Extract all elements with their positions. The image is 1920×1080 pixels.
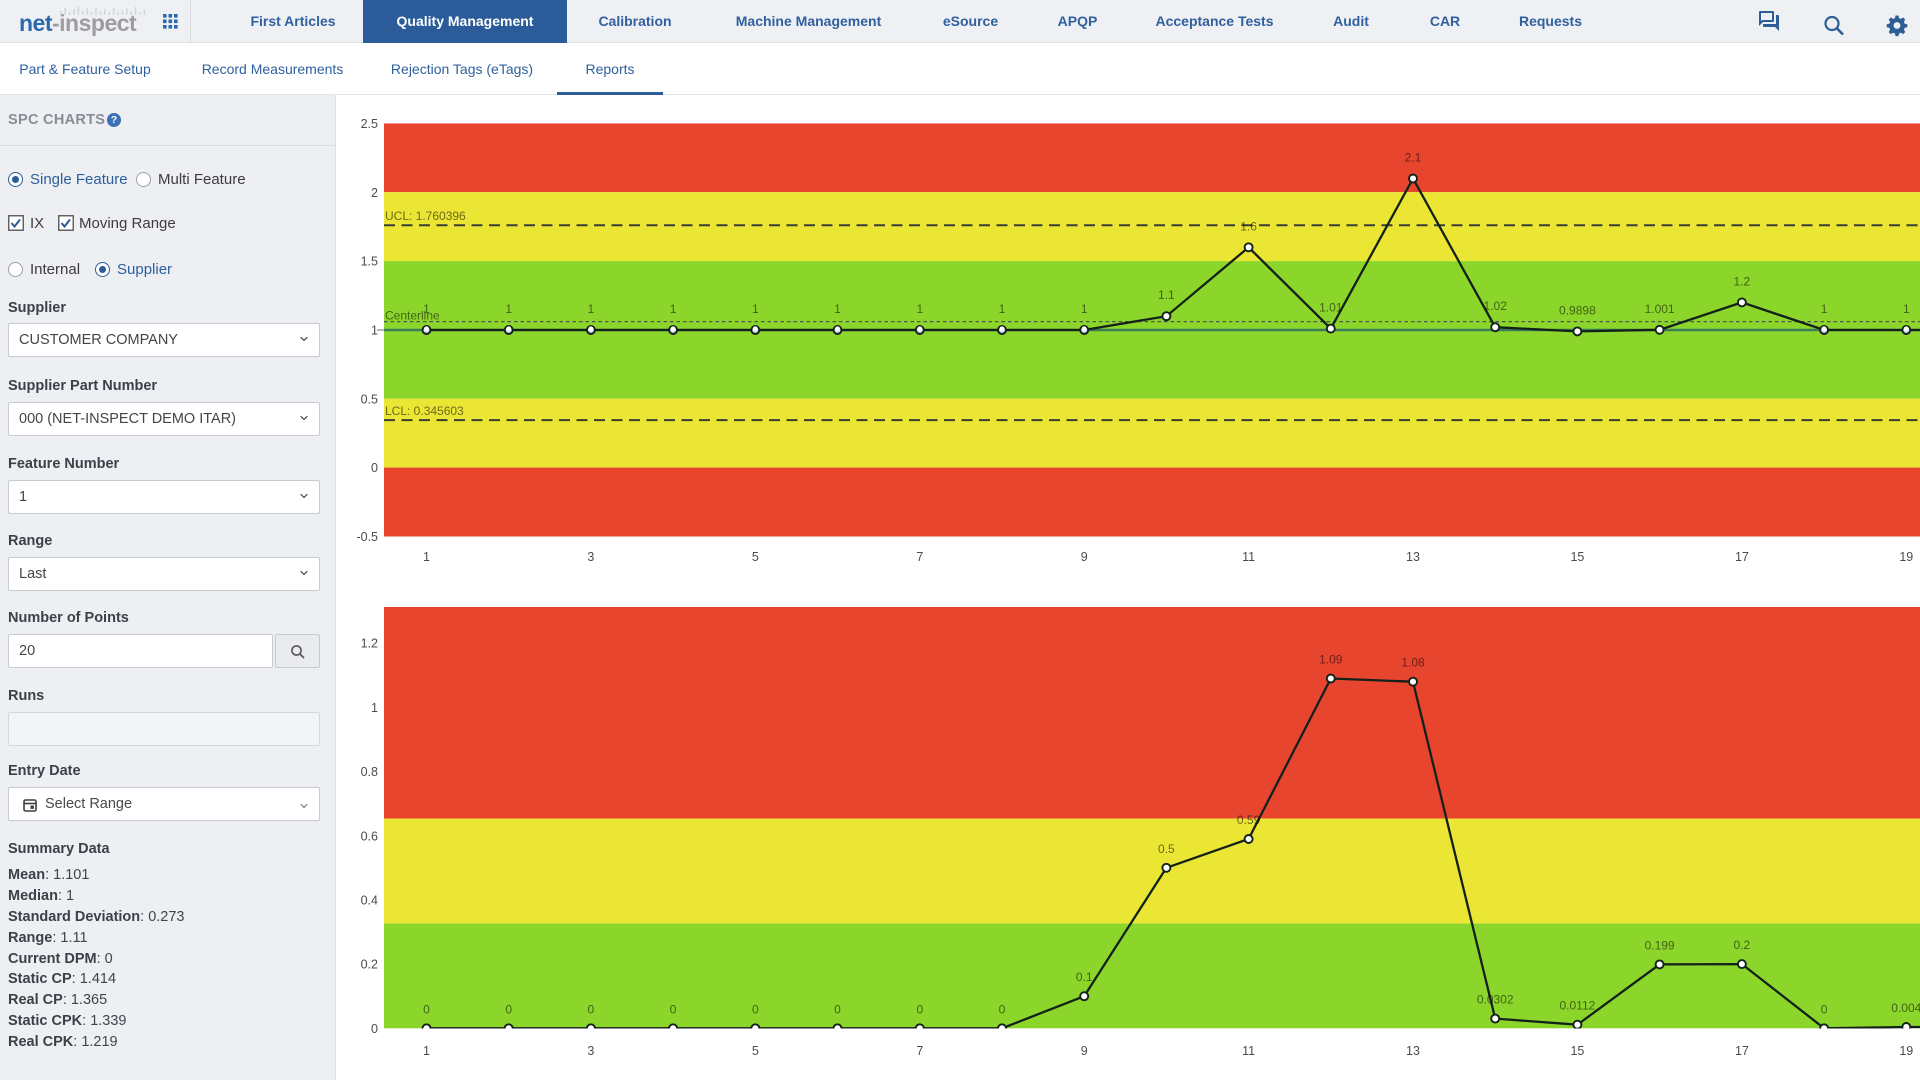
svg-text:1.01: 1.01 — [1319, 301, 1343, 315]
svg-text:1: 1 — [423, 1044, 430, 1058]
svg-text:0.59: 0.59 — [1237, 813, 1261, 827]
svg-text:0.8: 0.8 — [361, 765, 378, 779]
svg-text:1.08: 1.08 — [1401, 656, 1425, 670]
svg-text:0.6: 0.6 — [361, 829, 378, 843]
svg-text:0: 0 — [916, 1002, 923, 1016]
svg-text:11: 11 — [1242, 550, 1255, 564]
svg-text:0: 0 — [999, 1002, 1006, 1016]
svg-text:0: 0 — [834, 1002, 841, 1016]
svg-text:0.5: 0.5 — [361, 392, 378, 406]
svg-text:3: 3 — [587, 1044, 594, 1058]
svg-text:0.9898: 0.9898 — [1559, 303, 1596, 317]
svg-text:19: 19 — [1899, 1044, 1913, 1058]
svg-text:1: 1 — [1903, 302, 1910, 316]
svg-text:UCL: 1.760396: UCL: 1.760396 — [385, 209, 466, 223]
svg-text:7: 7 — [916, 1044, 923, 1058]
svg-text:1.2: 1.2 — [361, 637, 378, 651]
svg-text:1: 1 — [916, 302, 923, 316]
svg-text:19: 19 — [1899, 550, 1913, 564]
svg-text:15: 15 — [1570, 1044, 1584, 1058]
svg-text:0.1: 0.1 — [1076, 970, 1093, 984]
svg-text:1.2: 1.2 — [1734, 274, 1751, 288]
svg-text:17: 17 — [1735, 550, 1749, 564]
svg-text:1: 1 — [999, 302, 1006, 316]
svg-text:0.5: 0.5 — [1158, 842, 1175, 856]
svg-text:0.0112: 0.0112 — [1559, 999, 1595, 1013]
svg-text:11: 11 — [1242, 1044, 1255, 1058]
svg-text:Centerline: Centerline — [385, 309, 440, 323]
svg-text:1.5: 1.5 — [361, 255, 378, 269]
svg-text:2: 2 — [371, 186, 378, 200]
svg-text:1.09: 1.09 — [1319, 653, 1343, 667]
svg-text:1: 1 — [1821, 302, 1828, 316]
svg-text:0: 0 — [371, 461, 378, 475]
svg-text:1.1: 1.1 — [1158, 288, 1175, 302]
svg-text:2.5: 2.5 — [361, 117, 378, 131]
svg-text:1: 1 — [588, 302, 595, 316]
svg-text:0.199: 0.199 — [1645, 938, 1675, 952]
svg-text:0.0302: 0.0302 — [1477, 993, 1514, 1007]
svg-text:1: 1 — [1081, 302, 1088, 316]
svg-text:2.1: 2.1 — [1405, 151, 1422, 165]
svg-text:0: 0 — [588, 1002, 595, 1016]
svg-text:0.2: 0.2 — [1734, 938, 1751, 952]
svg-text:0: 0 — [505, 1002, 512, 1016]
svg-text:0.2: 0.2 — [361, 958, 378, 972]
svg-text:1.02: 1.02 — [1484, 299, 1508, 313]
svg-text:1: 1 — [371, 324, 378, 338]
svg-text:1: 1 — [752, 302, 759, 316]
svg-text:1.6: 1.6 — [1240, 219, 1257, 233]
svg-text:0.4: 0.4 — [361, 893, 378, 907]
svg-text:0: 0 — [752, 1002, 759, 1016]
svg-text:1: 1 — [371, 701, 378, 715]
svg-text:LCL: 0.345603: LCL: 0.345603 — [385, 404, 464, 418]
svg-text:1: 1 — [505, 302, 512, 316]
svg-text:0: 0 — [670, 1002, 677, 1016]
svg-text:0: 0 — [371, 1022, 378, 1036]
svg-text:13: 13 — [1406, 1044, 1420, 1058]
svg-text:0: 0 — [1821, 1002, 1828, 1016]
svg-text:15: 15 — [1570, 550, 1584, 564]
svg-text:5: 5 — [752, 1044, 759, 1058]
svg-text:1: 1 — [834, 302, 841, 316]
svg-text:1.001: 1.001 — [1645, 302, 1675, 316]
svg-text:1: 1 — [423, 550, 430, 564]
svg-text:0.004: 0.004 — [1891, 1001, 1920, 1015]
svg-text:17: 17 — [1735, 1044, 1749, 1058]
svg-text:0: 0 — [423, 1002, 430, 1016]
svg-text:9: 9 — [1081, 550, 1088, 564]
svg-text:7: 7 — [916, 550, 923, 564]
svg-text:-0.5: -0.5 — [356, 530, 378, 544]
svg-text:13: 13 — [1406, 550, 1420, 564]
svg-text:1: 1 — [670, 302, 677, 316]
svg-text:9: 9 — [1081, 1044, 1088, 1058]
svg-text:5: 5 — [752, 550, 759, 564]
svg-text:3: 3 — [587, 550, 594, 564]
